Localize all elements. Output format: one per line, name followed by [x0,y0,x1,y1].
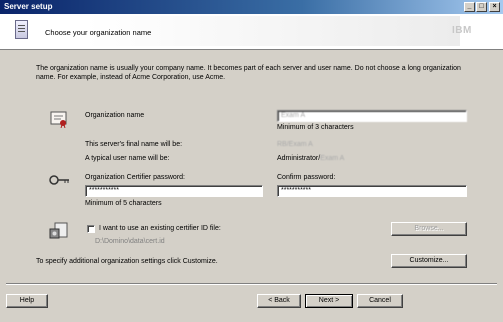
certifier-password-input[interactable]: *********** [85,185,263,197]
help-button[interactable]: Help [6,294,48,308]
confirm-password-input[interactable]: *********** [277,185,467,197]
minimize-icon[interactable]: _ [464,2,475,12]
user-name-prefix: Administrator/ [277,155,321,162]
browse-button[interactable]: Browse... [391,222,467,236]
certifier-password-label: Organization Certifier password: [85,174,185,181]
page-title: Choose your organization name [45,28,152,37]
certificate-icon [50,111,67,128]
setup-document-icon [15,20,28,39]
confirm-password-label: Confirm password: [277,174,336,181]
maximize-icon[interactable]: □ [476,2,487,12]
user-name-value: Exam A [320,155,345,162]
back-button[interactable]: < Back [257,294,301,308]
id-file-icon [49,222,68,239]
customize-button[interactable]: Customize... [391,254,467,268]
window-title: Server setup [4,2,53,11]
org-name-hint: Minimum of 3 characters [277,124,354,131]
next-button[interactable]: Next > [305,294,353,308]
title-bar: Server setup _ □ × [0,0,503,14]
org-name-label: Organization name [85,112,145,119]
existing-certifier-checkbox[interactable] [87,225,95,233]
cancel-button[interactable]: Cancel [357,294,403,308]
ibm-logo: IBM [452,25,472,36]
user-name-label: A typical user name will be: [85,155,170,162]
close-icon[interactable]: × [489,2,500,12]
wizard-header: Choose your organization name IBM [0,14,503,50]
server-name-value: RB/Exam A [277,141,313,148]
server-name-label: This server's final name will be: [85,141,183,148]
key-icon [49,175,69,185]
certifier-path: D:\Domino\data\cert.id [95,238,165,245]
customize-text: To specify additional organization setti… [36,258,218,265]
description-text: The organization name is usually your co… [36,65,461,81]
certifier-password-hint: Minimum of 5 characters [85,200,162,207]
org-name-input[interactable]: Exam A [277,110,467,122]
footer-divider [6,283,497,285]
existing-certifier-label[interactable]: I want to use an existing certifier ID f… [99,225,221,232]
